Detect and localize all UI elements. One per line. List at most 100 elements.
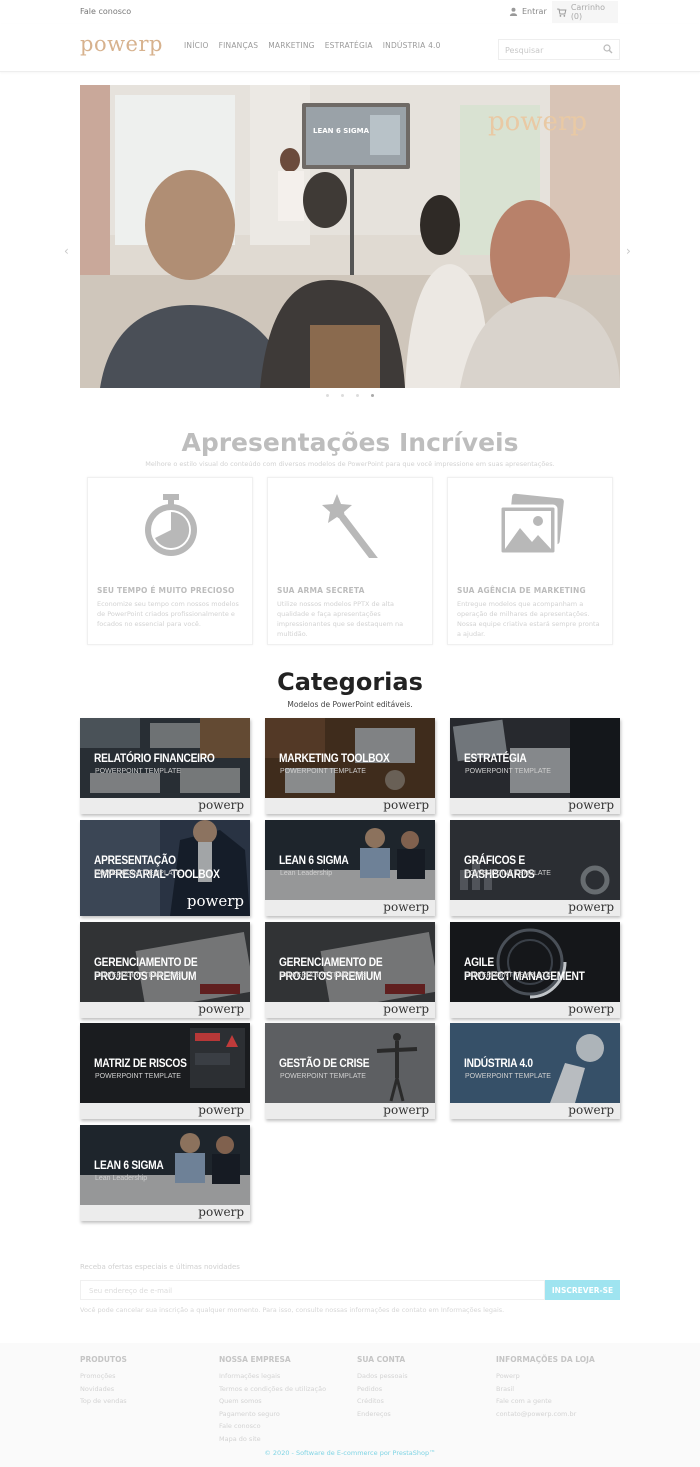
footer-link[interactable]: Quem somos bbox=[219, 1395, 326, 1408]
category-subtitle: POWERPOINT TEMPLATE bbox=[95, 768, 181, 775]
footer-link[interactable]: Top de vendas bbox=[80, 1395, 127, 1408]
powerp-logo: powerp bbox=[383, 798, 429, 812]
footer-link[interactable]: Endereços bbox=[357, 1408, 408, 1421]
category-tile[interactable]: MARKETING TOOLBOX POWERPOINT TEMPLATE po… bbox=[265, 718, 435, 814]
footer-link[interactable]: Novidades bbox=[80, 1383, 127, 1396]
footer-link[interactable]: Informações legais bbox=[219, 1370, 326, 1383]
category-subtitle: POWERPOINT TEMPLATE bbox=[465, 870, 551, 877]
footer-link[interactable]: Pedidos bbox=[357, 1383, 408, 1396]
image-gallery-icon bbox=[498, 493, 564, 556]
powerp-logo: powerp bbox=[383, 1103, 429, 1117]
category-title: LEAN 6 SIGMA bbox=[279, 853, 349, 867]
footer-text: Powerp bbox=[496, 1372, 520, 1380]
nav-item-industria[interactable]: INDÚSTRIA 4.0 bbox=[383, 41, 441, 50]
footer-link[interactable]: Pagamento seguro bbox=[219, 1408, 326, 1421]
cart-button[interactable]: Carrinho (0) bbox=[552, 1, 618, 23]
category-tile[interactable]: MATRIZ DE RISCOS POWERPOINT TEMPLATE pow… bbox=[80, 1023, 250, 1119]
feature-card-secret: SUA ARMA SECRETA Utilize nossos modelos … bbox=[267, 477, 433, 645]
category-subtitle: POWERPOINT TEMPLATE bbox=[465, 972, 551, 979]
search-input[interactable]: Pesquisar bbox=[498, 39, 620, 60]
slider-dot-1[interactable] bbox=[326, 394, 329, 397]
category-title: LEAN 6 SIGMA bbox=[94, 1158, 164, 1172]
powerp-logo: powerp bbox=[568, 1103, 614, 1117]
slider-dot-2[interactable] bbox=[341, 394, 344, 397]
powerp-logo: powerp bbox=[568, 798, 614, 812]
category-tile[interactable]: GERENCIAMENTO DE PROJETOS PREMIUM POWERP… bbox=[80, 922, 250, 1018]
feature-title: SUA AGÊNCIA DE MARKETING bbox=[457, 586, 586, 595]
category-tile[interactable]: LEAN 6 SIGMA Lean Leadership powerp bbox=[265, 820, 435, 916]
hero-next-arrow[interactable]: › bbox=[626, 244, 631, 258]
newsletter-email-input[interactable]: Seu endereço de e-mail bbox=[80, 1280, 545, 1300]
contact-link[interactable]: Fale conosco bbox=[80, 7, 131, 16]
footer-link[interactable]: Dados pessoais bbox=[357, 1370, 408, 1383]
stopwatch-icon bbox=[145, 494, 197, 556]
footer-link[interactable]: Mapa do site bbox=[219, 1433, 326, 1446]
category-subtitle: POWERPOINT TEMPLATE bbox=[280, 972, 366, 979]
footer-text: Brasil bbox=[496, 1384, 515, 1393]
site-header: powerp INÍCIO FINANÇAS MARKETING ESTRATÉ… bbox=[0, 24, 700, 72]
feature-text: Entregue modelos que acompanham a operaç… bbox=[457, 600, 600, 638]
newsletter-label: Receba ofertas especiais e últimas novid… bbox=[80, 1263, 240, 1271]
hero-screen-text: LEAN 6 SIGMA bbox=[313, 127, 370, 135]
category-subtitle: POWERPOINT TEMPLATE bbox=[280, 1073, 366, 1080]
footer-email-link[interactable]: contato@powerp.com.br bbox=[496, 1408, 595, 1421]
category-tile[interactable]: GERENCIAMENTO DE PROJETOS PREMIUM POWERP… bbox=[265, 922, 435, 1018]
hero-watermark-logo: powerp bbox=[488, 107, 588, 137]
category-title: GESTÃO DE CRISE bbox=[279, 1056, 370, 1070]
categories-subtitle: Modelos de PowerPoint editáveis. bbox=[287, 700, 413, 709]
copyright[interactable]: © 2020 - Software de E-commerce por Pres… bbox=[0, 1449, 700, 1457]
subscribe-button[interactable]: INSCREVER-SE bbox=[545, 1280, 620, 1300]
category-tile[interactable]: GRÁFICOS E DASHBOARDS POWERPOINT TEMPLAT… bbox=[450, 820, 620, 916]
category-tile[interactable]: AGILE PROJECT MANAGEMENT POWERPOINT TEMP… bbox=[450, 922, 620, 1018]
user-icon bbox=[509, 7, 518, 16]
category-tile[interactable]: RELATÓRIO FINANCEIRO POWERPOINT TEMPLATE… bbox=[80, 718, 250, 814]
logo[interactable]: powerp bbox=[80, 32, 163, 56]
powerp-logo: powerp bbox=[383, 1002, 429, 1016]
nav-item-financas[interactable]: FINANÇAS bbox=[219, 41, 259, 50]
category-subtitle: POWERPOINT TEMPLATE bbox=[465, 1073, 551, 1080]
main-nav: INÍCIO FINANÇAS MARKETING ESTRATÉGIA IND… bbox=[184, 41, 441, 50]
feature-title: SEU TEMPO É MUITO PRECIOSO bbox=[97, 586, 235, 595]
category-tile[interactable]: APRESENTAÇÃO EMPRESARIAL- TOOLBOX POWERP… bbox=[80, 820, 250, 916]
slider-dots bbox=[326, 394, 374, 397]
feature-card-agency: SUA AGÊNCIA DE MARKETING Entregue modelo… bbox=[447, 477, 613, 645]
category-tile[interactable]: GESTÃO DE CRISE POWERPOINT TEMPLATE powe… bbox=[265, 1023, 435, 1119]
powerp-logo: powerp bbox=[568, 900, 614, 914]
footer-link[interactable]: Promoções bbox=[80, 1370, 127, 1383]
category-subtitle: POWERPOINT TEMPLATE bbox=[280, 768, 366, 775]
features-subtitle: Melhore o estilo visual do conteúdo com … bbox=[145, 460, 555, 468]
category-tile[interactable]: INDÚSTRIA 4.0 POWERPOINT TEMPLATE powerp bbox=[450, 1023, 620, 1119]
category-title: INDÚSTRIA 4.0 bbox=[464, 1056, 533, 1070]
footer-column-title: NOSSA EMPRESA bbox=[219, 1355, 291, 1364]
slider-dot-4[interactable] bbox=[371, 394, 374, 397]
search-icon[interactable] bbox=[603, 44, 613, 54]
footer-column-store-info: INFORMAÇÕES DA LOJA Powerp Brasil Fale c… bbox=[496, 1355, 595, 1420]
newsletter-placeholder: Seu endereço de e-mail bbox=[89, 1287, 173, 1295]
nav-item-inicio[interactable]: INÍCIO bbox=[184, 41, 209, 50]
category-subtitle: Lean Leadership bbox=[95, 1175, 148, 1182]
footer-column-title: INFORMAÇÕES DA LOJA bbox=[496, 1355, 595, 1364]
feature-text: Utilize nossos modelos PPTX de alta qual… bbox=[277, 600, 404, 638]
footer-link[interactable]: Créditos bbox=[357, 1395, 408, 1408]
slider-dot-3[interactable] bbox=[356, 394, 359, 397]
footer-link[interactable]: Termos e condições de utilização bbox=[219, 1383, 326, 1396]
category-title: ESTRATÉGIA bbox=[464, 751, 527, 765]
category-subtitle: Lean Leadership bbox=[280, 870, 333, 877]
hero-slider[interactable]: LEAN 6 SIGMA powerp bbox=[80, 85, 620, 388]
sign-in-link[interactable]: Entrar bbox=[509, 7, 547, 16]
category-tile[interactable]: LEAN 6 SIGMA Lean Leadership powerp bbox=[80, 1125, 250, 1221]
cart-icon bbox=[557, 8, 567, 17]
newsletter-note: Você pode cancelar sua inscrição a qualq… bbox=[80, 1306, 505, 1314]
nav-item-marketing[interactable]: MARKETING bbox=[268, 41, 315, 50]
hero-prev-arrow[interactable]: ‹ bbox=[64, 244, 69, 258]
footer-link[interactable]: Fale conosco bbox=[219, 1420, 326, 1433]
footer-column-title: PRODUTOS bbox=[80, 1355, 127, 1364]
footer-link[interactable]: Fale com a gente bbox=[496, 1395, 595, 1408]
powerp-logo: powerp bbox=[198, 1103, 244, 1117]
nav-item-estrategia[interactable]: ESTRATÉGIA bbox=[325, 41, 373, 50]
footer-column-account: SUA CONTA Dados pessoais Pedidos Crédito… bbox=[357, 1355, 408, 1420]
sign-in-label: Entrar bbox=[522, 7, 547, 16]
footer-column-products: PRODUTOS Promoções Novidades Top de vend… bbox=[80, 1355, 127, 1408]
category-title: MARKETING TOOLBOX bbox=[279, 751, 390, 765]
category-tile[interactable]: ESTRATÉGIA POWERPOINT TEMPLATE powerp bbox=[450, 718, 620, 814]
